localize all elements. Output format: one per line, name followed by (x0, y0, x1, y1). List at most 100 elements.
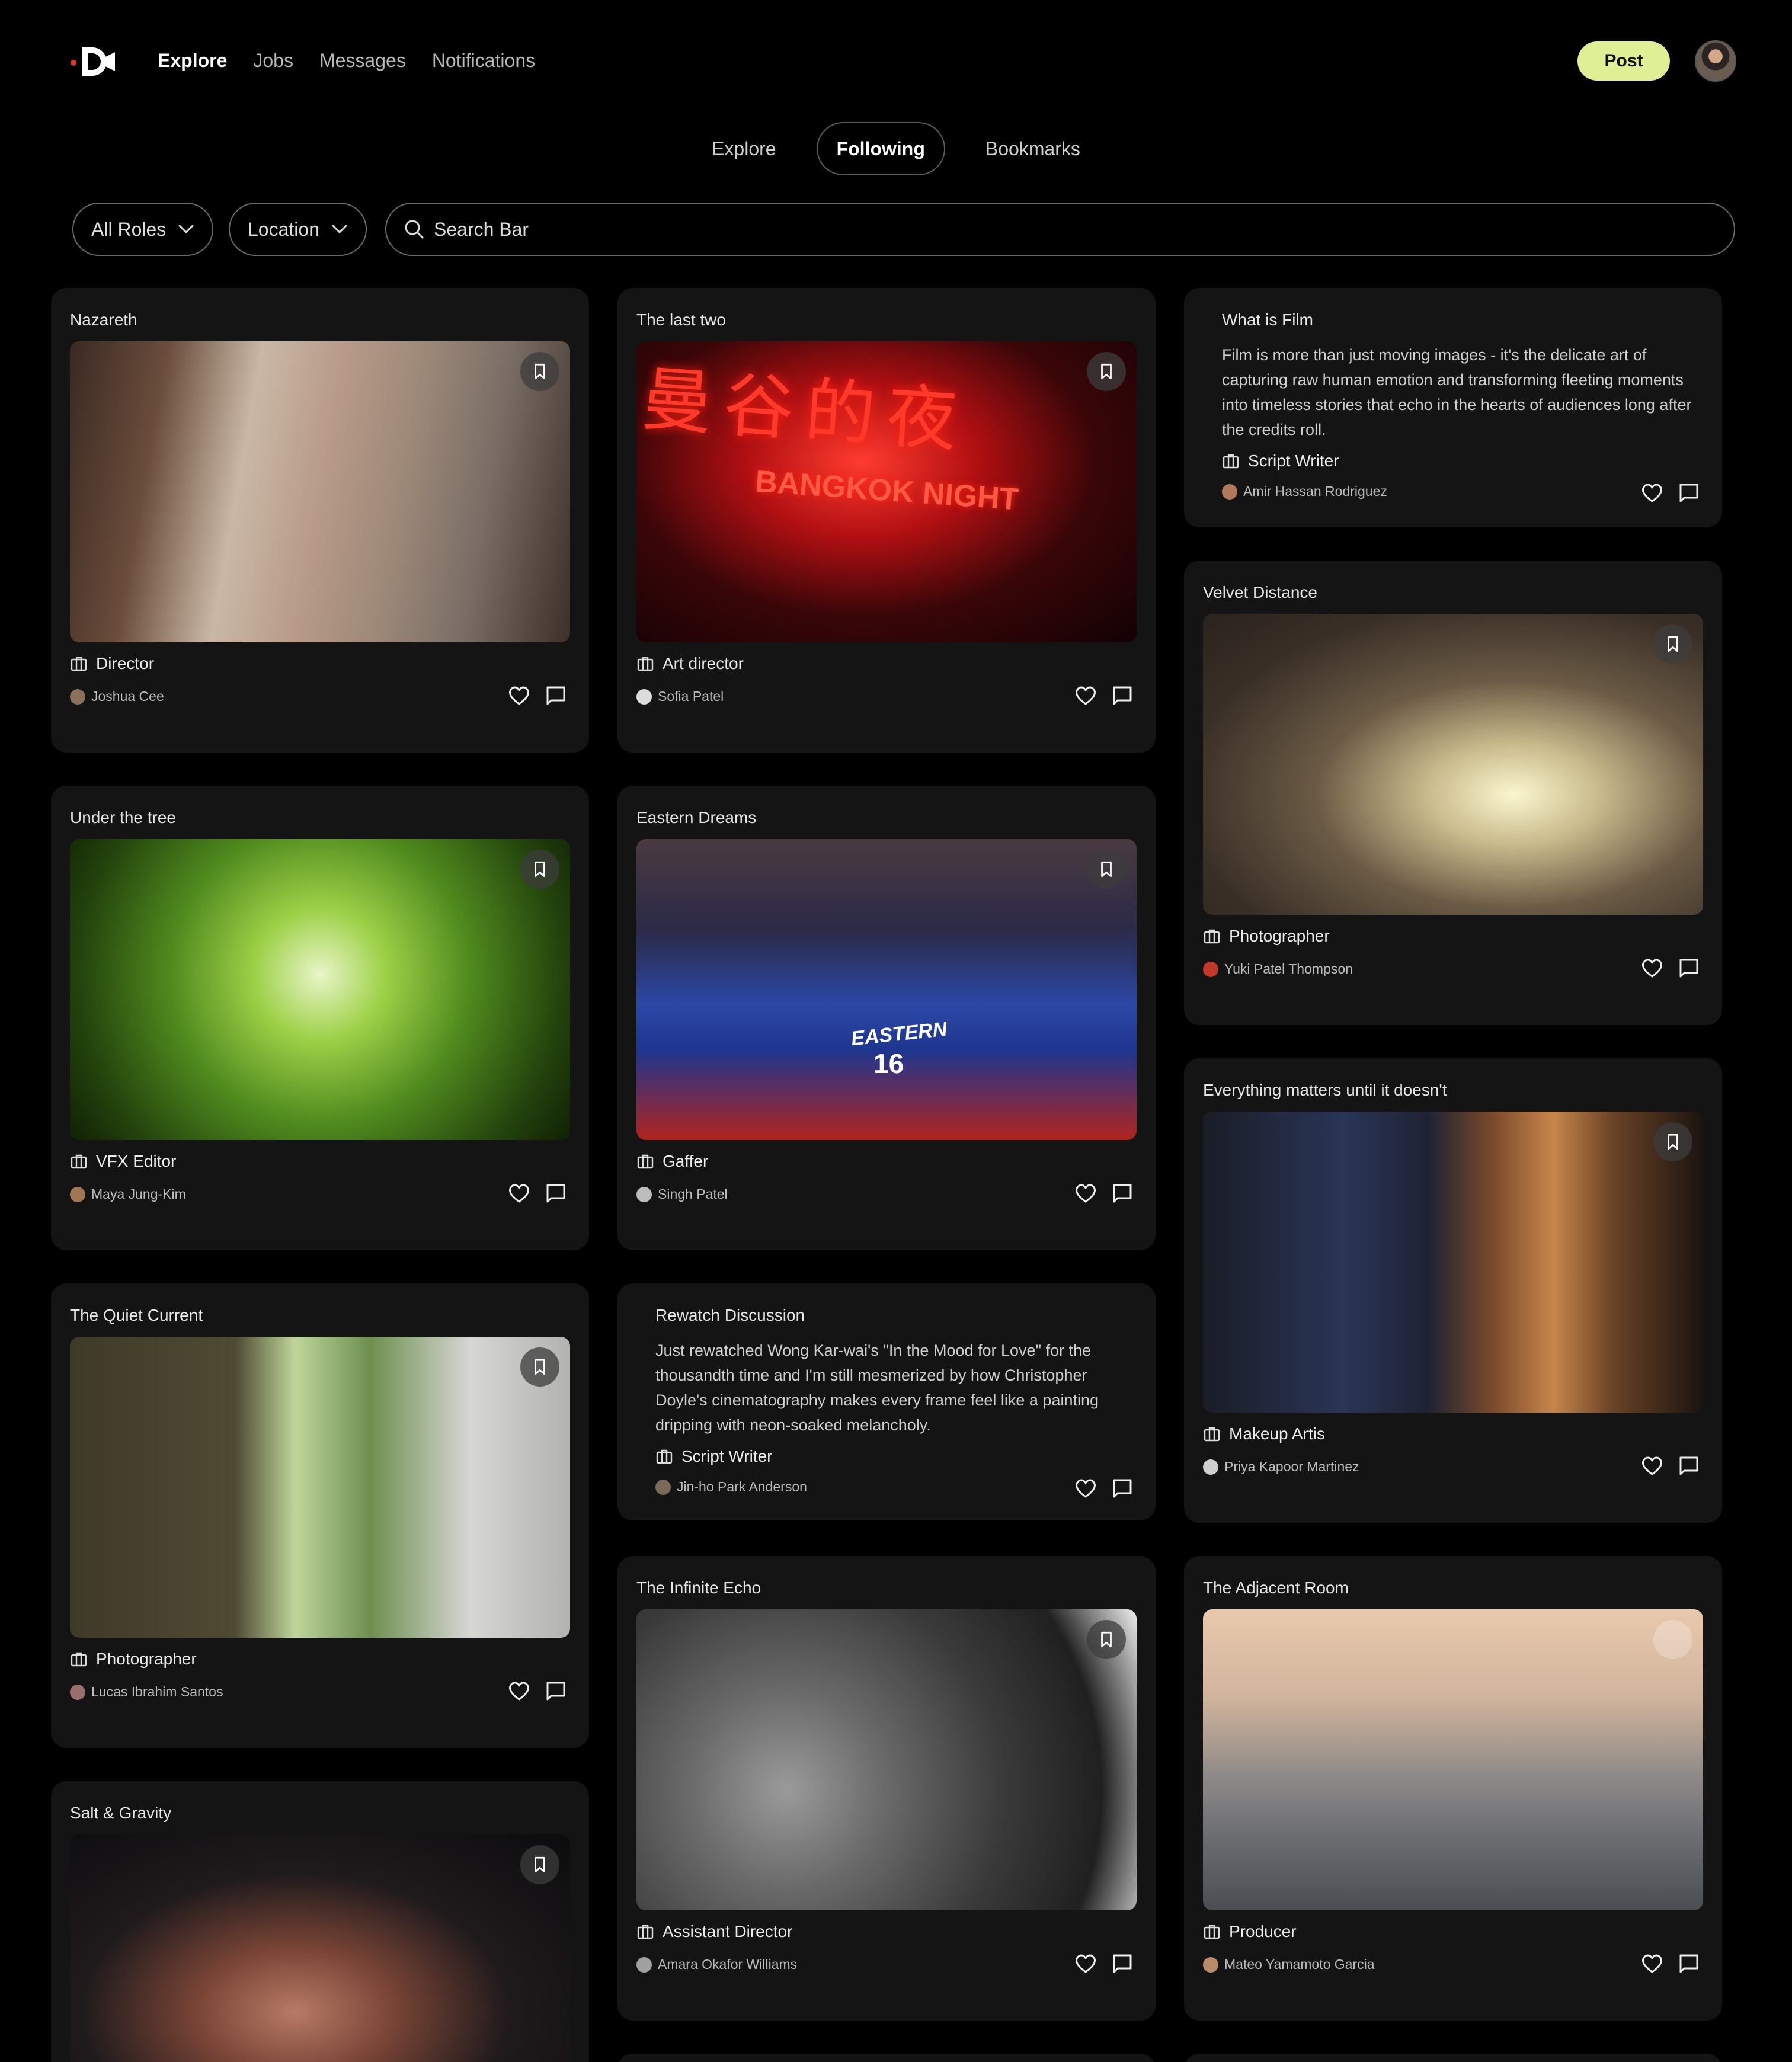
heart-icon[interactable] (507, 1182, 531, 1205)
card-role: VFX Editor (70, 1152, 176, 1171)
role-label: Makeup Artis (1229, 1424, 1325, 1443)
post-card-salt-gravity[interactable]: Salt & Gravity (51, 1781, 589, 2062)
heart-icon[interactable] (507, 1679, 531, 1703)
post-card-nazareth[interactable]: Nazareth Director Joshua Cee (51, 288, 589, 753)
search-bar[interactable] (385, 203, 1735, 256)
post-card-eastern-dreams[interactable]: Eastern Dreams EASTERN 16 Gaffer Singh P… (617, 786, 1156, 1250)
nav-notifications[interactable]: Notifications (432, 50, 535, 72)
bookmark-button[interactable] (1653, 1122, 1692, 1161)
comment-icon[interactable] (1677, 1952, 1701, 1975)
comment-icon[interactable] (1677, 481, 1701, 505)
bookmark-button[interactable] (520, 352, 559, 391)
card-image[interactable] (1203, 1609, 1703, 1910)
bookmark-button[interactable] (520, 1347, 559, 1387)
comment-icon[interactable] (1111, 1952, 1134, 1975)
card-actions (1074, 1952, 1134, 1975)
card-actions (1640, 481, 1701, 505)
card-image[interactable] (1203, 614, 1703, 915)
card-image[interactable]: 曼谷的夜 BANGKOK NIGHT (636, 341, 1137, 642)
card-author[interactable]: Sofia Patel (636, 689, 724, 705)
card-image[interactable] (70, 1834, 570, 2062)
post-button[interactable]: Post (1577, 41, 1670, 81)
role-label: Gaffer (663, 1152, 709, 1170)
text-card-what-is-film[interactable]: What is Film Film is more than just movi… (1184, 288, 1722, 527)
card-author[interactable]: Singh Patel (636, 1186, 728, 1202)
post-card-under-the-tree[interactable]: Under the tree VFX Editor Maya Jung-Kim (51, 786, 589, 1250)
card-actions (1074, 1477, 1134, 1500)
heart-icon[interactable] (1640, 956, 1664, 980)
heart-icon[interactable] (1074, 1477, 1097, 1500)
nav-explore[interactable]: Explore (158, 50, 227, 72)
comment-icon[interactable] (1111, 1182, 1134, 1205)
user-avatar[interactable] (1695, 40, 1736, 82)
tab-bookmarks[interactable]: Bookmarks (965, 122, 1100, 175)
heart-icon[interactable] (1640, 1454, 1664, 1478)
card-author[interactable]: Jin-ho Park Anderson (655, 1479, 807, 1495)
comment-icon[interactable] (1111, 1477, 1134, 1500)
card-role: Assistant Director (636, 1922, 792, 1941)
heart-icon[interactable] (1074, 1952, 1097, 1975)
card-author[interactable]: Lucas Ibrahim Santos (70, 1684, 223, 1700)
comment-icon[interactable] (544, 684, 568, 707)
post-card-quiet-current[interactable]: The Quiet Current Photographer Lucas Ibr… (51, 1283, 589, 1748)
comment-icon[interactable] (1677, 956, 1701, 980)
bookmark-button[interactable] (1087, 352, 1126, 391)
comment-icon[interactable] (544, 1182, 568, 1205)
bookmark-button[interactable] (1653, 1620, 1692, 1659)
neon-sign-chinese: 曼谷的夜 (639, 357, 972, 463)
comment-icon[interactable] (1677, 1454, 1701, 1478)
post-card-adjacent-room[interactable]: The Adjacent Room Producer Mateo Yamamot… (1184, 1556, 1722, 2021)
tab-explore[interactable]: Explore (692, 122, 796, 175)
post-card-partial[interactable] (1184, 2054, 1722, 2062)
heart-icon[interactable] (1640, 481, 1664, 505)
card-image[interactable] (636, 1609, 1137, 1910)
card-title: The Infinite Echo (636, 1578, 761, 1597)
post-card-partial[interactable] (617, 2054, 1156, 2062)
heart-icon[interactable] (1074, 1182, 1097, 1205)
author-avatar (1222, 484, 1237, 500)
card-image[interactable] (70, 341, 570, 642)
role-label: Photographer (1229, 927, 1330, 945)
bookmark-button[interactable] (520, 1845, 559, 1884)
card-author[interactable]: Yuki Patel Thompson (1203, 961, 1353, 977)
author-avatar (1203, 1957, 1218, 1973)
card-image[interactable] (70, 839, 570, 1140)
bookmark-button[interactable] (1087, 1620, 1126, 1659)
nav-messages[interactable]: Messages (319, 50, 406, 72)
post-card-velvet-distance[interactable]: Velvet Distance Photographer Yuki Patel … (1184, 561, 1722, 1025)
post-card-everything-matters[interactable]: Everything matters until it doesn't Make… (1184, 1058, 1722, 1523)
post-card-infinite-echo[interactable]: The Infinite Echo Assistant Director Ama… (617, 1556, 1156, 2021)
roles-dropdown[interactable]: All Roles (72, 203, 214, 256)
briefcase-icon (1203, 927, 1221, 945)
card-role: Art director (636, 654, 744, 673)
card-actions (507, 1182, 568, 1205)
card-image[interactable] (1203, 1112, 1703, 1413)
card-image[interactable] (70, 1337, 570, 1638)
bookmark-button[interactable] (1653, 625, 1692, 664)
tab-following[interactable]: Following (816, 122, 945, 175)
card-image[interactable]: EASTERN 16 (636, 839, 1137, 1140)
card-role: Photographer (1203, 927, 1330, 946)
bookmark-button[interactable] (1087, 850, 1126, 889)
card-author[interactable]: Priya Kapoor Martinez (1203, 1459, 1359, 1475)
post-card-last-two[interactable]: The last two 曼谷的夜 BANGKOK NIGHT Art dire… (617, 288, 1156, 753)
card-author[interactable]: Maya Jung-Kim (70, 1186, 186, 1202)
heart-icon[interactable] (1074, 684, 1097, 707)
text-card-rewatch[interactable]: Rewatch Discussion Just rewatched Wong K… (617, 1283, 1156, 1520)
card-author[interactable]: Amir Hassan Rodriguez (1222, 484, 1387, 500)
card-author[interactable]: Amara Okafor Williams (636, 1957, 797, 1973)
location-dropdown[interactable]: Location (229, 203, 367, 256)
card-title: Under the tree (70, 808, 176, 827)
heart-icon[interactable] (1640, 1952, 1664, 1975)
card-author[interactable]: Mateo Yamamoto Garcia (1203, 1957, 1375, 1973)
heart-icon[interactable] (507, 684, 531, 707)
bookmark-icon (1663, 1132, 1682, 1151)
nav-jobs[interactable]: Jobs (253, 50, 293, 72)
bookmark-button[interactable] (520, 850, 559, 889)
comment-icon[interactable] (544, 1679, 568, 1703)
card-author[interactable]: Joshua Cee (70, 689, 164, 705)
search-input[interactable] (434, 218, 1716, 241)
comment-icon[interactable] (1111, 684, 1134, 707)
app-logo[interactable] (70, 44, 117, 79)
briefcase-icon (636, 1923, 654, 1941)
